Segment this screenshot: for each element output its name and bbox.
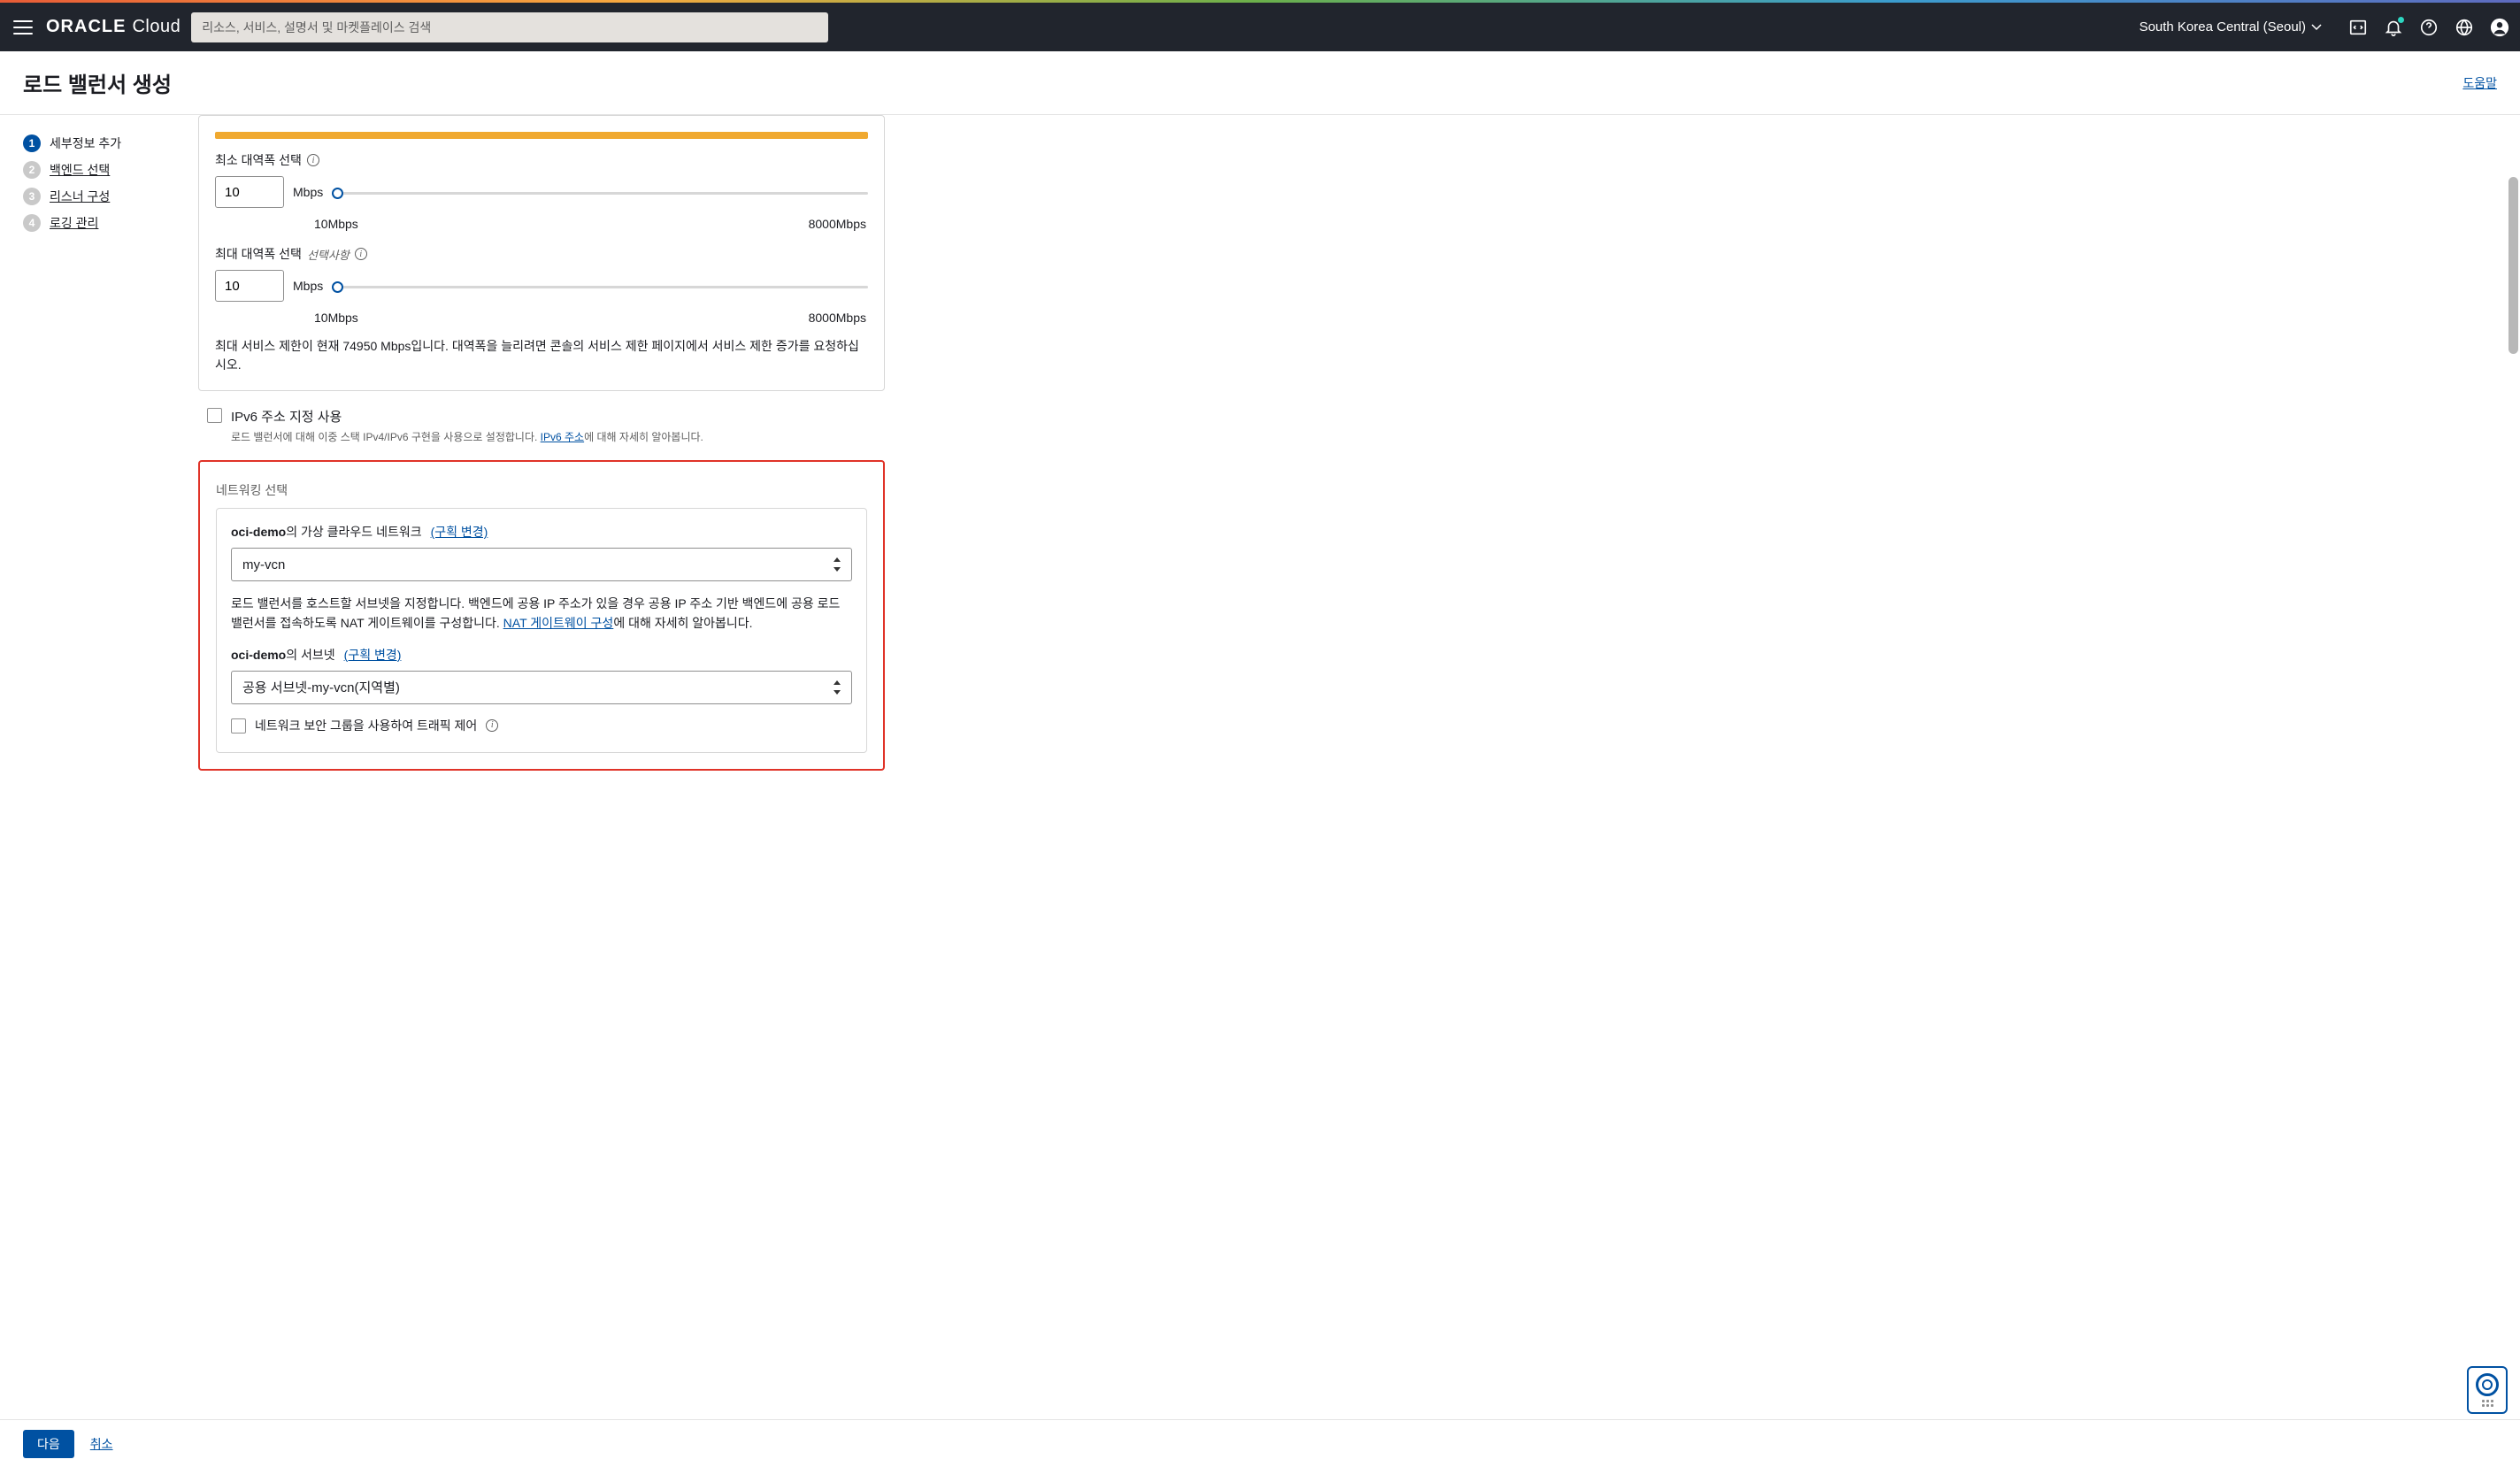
info-icon[interactable]: i	[307, 154, 319, 166]
next-button[interactable]: 다음	[23, 1430, 74, 1458]
help-icon[interactable]	[2419, 18, 2439, 37]
page-title-bar: 로드 밸런서 생성 도움말	[0, 51, 2520, 115]
ipv6-section: IPv6 주소 지정 사용 로드 밸런서에 대해 이중 스택 IPv4/IPv6…	[198, 407, 885, 444]
step-manage-logging[interactable]: 4 로깅 관리	[23, 214, 161, 232]
logo-cloud-text: Cloud	[132, 17, 181, 37]
step-configure-listener[interactable]: 3 리스너 구성	[23, 188, 161, 205]
step-label: 로깅 관리	[50, 214, 98, 232]
subnet-label: oci-demo의 서브넷 (구획 변경)	[231, 646, 852, 664]
step-label: 리스너 구성	[50, 188, 110, 205]
notification-badge	[2398, 17, 2404, 23]
max-bandwidth-slider[interactable]	[332, 284, 868, 288]
oracle-cloud-logo[interactable]: ORACLE Cloud	[46, 17, 181, 37]
lifebuoy-icon	[2476, 1373, 2499, 1396]
search-input[interactable]	[191, 12, 828, 42]
cancel-button[interactable]: 취소	[90, 1435, 113, 1453]
nat-gateway-link[interactable]: NAT 게이트웨이 구성	[503, 616, 614, 630]
min-bandwidth-input[interactable]	[215, 176, 284, 208]
subnet-select[interactable]: 공용 서브넷-my-vcn(지역별)	[231, 671, 852, 704]
bandwidth-limit-text: 최대 서비스 제한이 현재 74950 Mbps입니다. 대역폭을 늘리려면 콘…	[215, 337, 868, 374]
drag-handle-icon	[2482, 1400, 2493, 1407]
ipv6-learn-link[interactable]: IPv6 주소	[541, 431, 584, 443]
info-icon[interactable]: i	[486, 719, 498, 732]
globe-icon[interactable]	[2455, 18, 2474, 37]
max-bandwidth-label: 최대 대역폭 선택 선택사항 i	[215, 245, 868, 263]
select-chevron-icon	[834, 680, 842, 695]
nsg-checkbox[interactable]	[231, 718, 246, 734]
bandwidth-unit: Mbps	[293, 185, 323, 199]
slider-max-label: 8000Mbps	[809, 311, 866, 325]
step-number: 1	[23, 134, 41, 152]
menu-hamburger-icon[interactable]	[11, 15, 35, 40]
networking-section-title: 네트워킹 선택	[216, 481, 867, 499]
step-number: 2	[23, 161, 41, 179]
wizard-footer: 다음 취소	[0, 1419, 2520, 1467]
subnet-select-value: 공용 서브넷-my-vcn(지역별)	[242, 678, 400, 696]
page-title: 로드 밸런서 생성	[23, 67, 172, 98]
max-bandwidth-input[interactable]	[215, 270, 284, 302]
bandwidth-card: 최소 대역폭 선택 i Mbps 10Mbps 8000Mbps 최대 대역폭 …	[198, 115, 885, 391]
alert-bar	[215, 132, 868, 139]
optional-tag: 선택사항	[307, 246, 350, 263]
info-icon[interactable]: i	[355, 248, 367, 260]
ipv6-checkbox[interactable]	[207, 408, 222, 423]
step-label: 백엔드 선택	[50, 161, 110, 179]
ipv6-label: IPv6 주소 지정 사용	[231, 407, 342, 426]
devtools-icon[interactable]	[2348, 18, 2368, 37]
vcn-label: oci-demo의 가상 클라우드 네트워크 (구획 변경)	[231, 523, 852, 541]
global-header: ORACLE Cloud South Korea Central (Seoul)	[0, 3, 2520, 51]
scrollbar-thumb[interactable]	[2508, 177, 2518, 354]
step-label: 세부정보 추가	[50, 134, 121, 152]
min-bandwidth-label: 최소 대역폭 선택 i	[215, 151, 868, 169]
notifications-icon[interactable]	[2384, 18, 2403, 37]
region-label: South Korea Central (Seoul)	[2140, 19, 2306, 35]
vcn-select-value: my-vcn	[242, 557, 285, 572]
step-number: 4	[23, 214, 41, 232]
bandwidth-unit: Mbps	[293, 279, 323, 293]
step-number: 3	[23, 188, 41, 205]
slider-thumb[interactable]	[332, 188, 343, 199]
region-selector[interactable]: South Korea Central (Seoul)	[2132, 19, 2329, 35]
step-add-details[interactable]: 1 세부정보 추가	[23, 134, 161, 152]
profile-icon[interactable]	[2490, 18, 2509, 37]
wizard-steps: 1 세부정보 추가 2 백엔드 선택 3 리스너 구성 4 로깅 관리	[0, 115, 177, 1424]
nsg-label: 네트워크 보안 그룹을 사용하여 트래픽 제어	[255, 717, 477, 734]
subnet-description: 로드 밸런서를 호스트할 서브넷을 지정합니다. 백엔드에 공용 IP 주소가 …	[231, 594, 852, 634]
select-chevron-icon	[834, 557, 842, 572]
help-link[interactable]: 도움말	[2462, 74, 2497, 92]
slider-thumb[interactable]	[332, 281, 343, 293]
change-compartment-link[interactable]: (구획 변경)	[431, 523, 488, 541]
vcn-select[interactable]: my-vcn	[231, 548, 852, 581]
min-bandwidth-slider[interactable]	[332, 190, 868, 195]
change-compartment-link[interactable]: (구획 변경)	[344, 646, 402, 664]
slider-min-label: 10Mbps	[314, 217, 358, 231]
step-choose-backends[interactable]: 2 백엔드 선택	[23, 161, 161, 179]
chevron-down-icon	[2311, 24, 2322, 31]
networking-card: 네트워킹 선택 oci-demo의 가상 클라우드 네트워크 (구획 변경) m…	[198, 460, 885, 771]
content-area: 최소 대역폭 선택 i Mbps 10Mbps 8000Mbps 최대 대역폭 …	[177, 115, 911, 1424]
support-float-button[interactable]	[2467, 1366, 2508, 1414]
logo-oracle-text: ORACLE	[46, 17, 126, 37]
ipv6-help-text: 로드 밸런서에 대해 이중 스택 IPv4/IPv6 구현을 사용으로 설정합니…	[231, 429, 885, 444]
slider-max-label: 8000Mbps	[809, 217, 866, 231]
slider-min-label: 10Mbps	[314, 311, 358, 325]
